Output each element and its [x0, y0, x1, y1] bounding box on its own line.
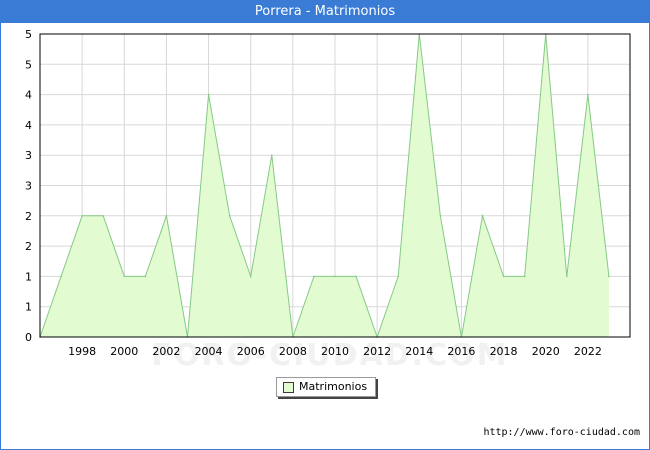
y-tick-label: 3: [25, 149, 32, 162]
y-tick-label: 0: [25, 331, 32, 344]
x-tick-label: 2004: [195, 345, 223, 358]
x-tick-label: 2014: [405, 345, 433, 358]
data-point: [439, 215, 442, 217]
x-tick-label: 2012: [363, 345, 391, 358]
y-tick-label: 5: [25, 28, 32, 41]
data-point: [587, 93, 589, 96]
x-tick-label: 2002: [152, 345, 180, 358]
x-tick-label: 2018: [490, 345, 518, 358]
source-url[interactable]: http://www.foro-ciudad.com: [483, 427, 640, 438]
data-point: [228, 215, 231, 217]
data-point: [207, 93, 210, 96]
x-tick-label: 2020: [532, 345, 560, 358]
y-tick-label: 1: [25, 270, 32, 283]
y-tick-label: 2: [25, 240, 32, 253]
legend-label: Matrimonios: [299, 380, 368, 393]
y-tick-label: 3: [25, 180, 32, 193]
x-tick-label: 2010: [321, 345, 349, 358]
data-point: [165, 215, 168, 217]
y-tick-label: 4: [25, 89, 32, 102]
x-tick-label: 2006: [237, 345, 265, 358]
data-point: [144, 275, 147, 278]
data-point: [334, 275, 336, 278]
x-tick-label: 2008: [279, 345, 307, 358]
data-point: [313, 275, 315, 278]
data-point: [481, 215, 484, 217]
y-tick-label: 1: [25, 301, 32, 314]
data-point: [81, 215, 83, 217]
x-tick-label: 2000: [110, 345, 138, 358]
data-point: [523, 275, 526, 278]
data-point: [123, 275, 126, 278]
y-tick-label: 5: [25, 58, 32, 71]
data-point: [608, 275, 610, 278]
y-tick-label: 4: [25, 119, 32, 132]
x-tick-label: 1998: [68, 345, 96, 358]
x-tick-label: 2016: [447, 345, 475, 358]
data-point: [102, 215, 105, 217]
data-point: [355, 275, 357, 278]
x-tick-label: 2022: [574, 345, 602, 358]
data-point: [249, 275, 252, 278]
data-point: [565, 275, 568, 278]
data-point: [397, 275, 400, 278]
legend: Matrimonios: [276, 377, 376, 397]
legend-swatch: [283, 382, 294, 393]
data-point: [502, 275, 505, 278]
y-tick-label: 2: [25, 210, 32, 223]
data-point: [270, 154, 273, 156]
data-point: [60, 275, 62, 278]
